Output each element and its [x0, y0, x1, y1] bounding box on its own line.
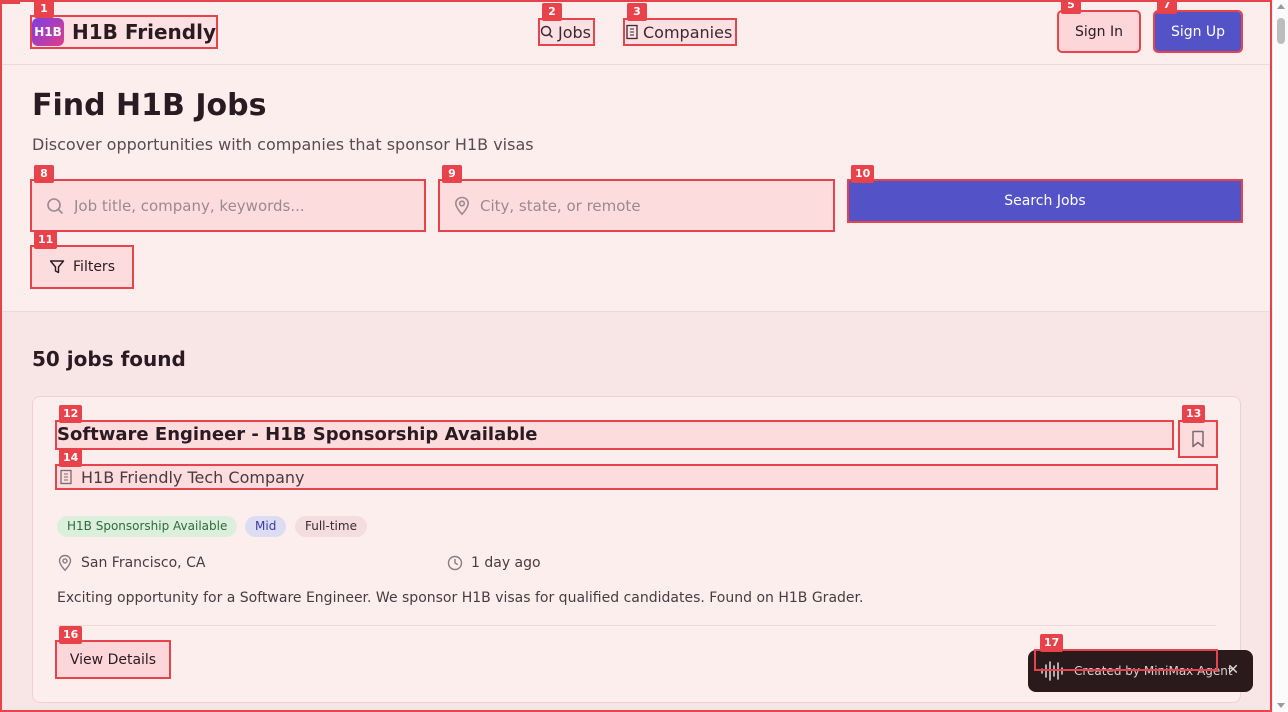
nav-companies-link[interactable]: Companies [623, 18, 737, 46]
bookmark-icon [1192, 430, 1204, 448]
nav-jobs-label: Jobs [558, 22, 591, 42]
nav-companies-label: Companies [643, 22, 733, 42]
annotation-badge: 12 [59, 405, 83, 423]
page-subtitle: Discover opportunities with companies th… [32, 135, 534, 154]
annotation-badge: 13 [1182, 405, 1206, 423]
location-search-input[interactable] [480, 196, 800, 215]
scroll-up-arrow-icon[interactable] [1277, 4, 1285, 9]
annotation-badge: 16 [59, 626, 83, 644]
filters-label: Filters [73, 259, 115, 275]
sign-up-button[interactable]: Sign Up [1153, 10, 1243, 53]
job-location-text: San Francisco, CA [81, 555, 206, 571]
results-count: 50 jobs found [32, 347, 186, 371]
annotation-badge: 10 [851, 165, 875, 183]
building-icon [626, 24, 638, 40]
sign-in-button[interactable]: Sign In [1057, 10, 1141, 53]
annotation-badge: 7 [1157, 0, 1177, 14]
keyword-search-field[interactable] [30, 179, 426, 232]
company-link[interactable]: H1B Friendly Tech Company [55, 464, 1218, 490]
annotation-badge: 5 [1061, 0, 1081, 14]
map-pin-icon [454, 196, 470, 215]
logo-text: H1B Friendly [72, 20, 216, 44]
minimax-agent-link[interactable] [1034, 649, 1218, 671]
employment-type-tag: Full-time [295, 516, 367, 537]
map-pin-icon [58, 554, 72, 572]
logo-link[interactable]: H1B H1B Friendly [30, 15, 218, 49]
filter-icon [49, 260, 65, 274]
search-icon [540, 25, 554, 39]
company-name: H1B Friendly Tech Company [81, 467, 305, 487]
job-title-link[interactable]: Software Engineer - H1B Sponsorship Avai… [55, 420, 1174, 450]
location-search-field[interactable] [438, 179, 835, 232]
job-description: Exciting opportunity for a Software Engi… [57, 590, 864, 606]
corner-marker [0, 0, 20, 4]
annotation-badge: 9 [442, 165, 462, 183]
view-details-button[interactable]: View Details [55, 640, 171, 679]
building-icon [60, 469, 72, 485]
annotation-badge: 2 [542, 3, 562, 21]
close-icon[interactable]: ✕ [1227, 662, 1239, 678]
card-divider [57, 625, 1216, 626]
h1b-sponsorship-tag: H1B Sponsorship Available [57, 516, 238, 537]
annotation-badge: 8 [34, 165, 54, 183]
filters-button[interactable]: Filters [30, 245, 134, 289]
annotation-badge: 14 [59, 449, 83, 467]
search-jobs-button[interactable]: Search Jobs [847, 179, 1243, 223]
scrollbar[interactable] [1272, 0, 1288, 712]
clock-icon [447, 555, 463, 571]
annotation-badge: 17 [1040, 634, 1064, 652]
scroll-down-arrow-icon[interactable] [1277, 703, 1285, 708]
annotation-badge: 1 [34, 0, 54, 18]
experience-level-tag: Mid [245, 516, 287, 537]
search-icon [47, 197, 64, 214]
bookmark-button[interactable] [1178, 420, 1218, 458]
annotation-badge: 3 [627, 3, 647, 21]
job-posted-time: 1 day ago [447, 554, 541, 572]
page-title: Find H1B Jobs [32, 88, 267, 123]
logo-mark: H1B [32, 18, 64, 46]
nav-jobs-link[interactable]: Jobs [538, 18, 595, 46]
job-posted-text: 1 day ago [471, 555, 541, 571]
scrollbar-thumb[interactable] [1277, 18, 1285, 44]
job-location: San Francisco, CA [57, 554, 205, 572]
keyword-search-input[interactable] [74, 196, 394, 215]
annotation-badge: 11 [34, 231, 58, 249]
